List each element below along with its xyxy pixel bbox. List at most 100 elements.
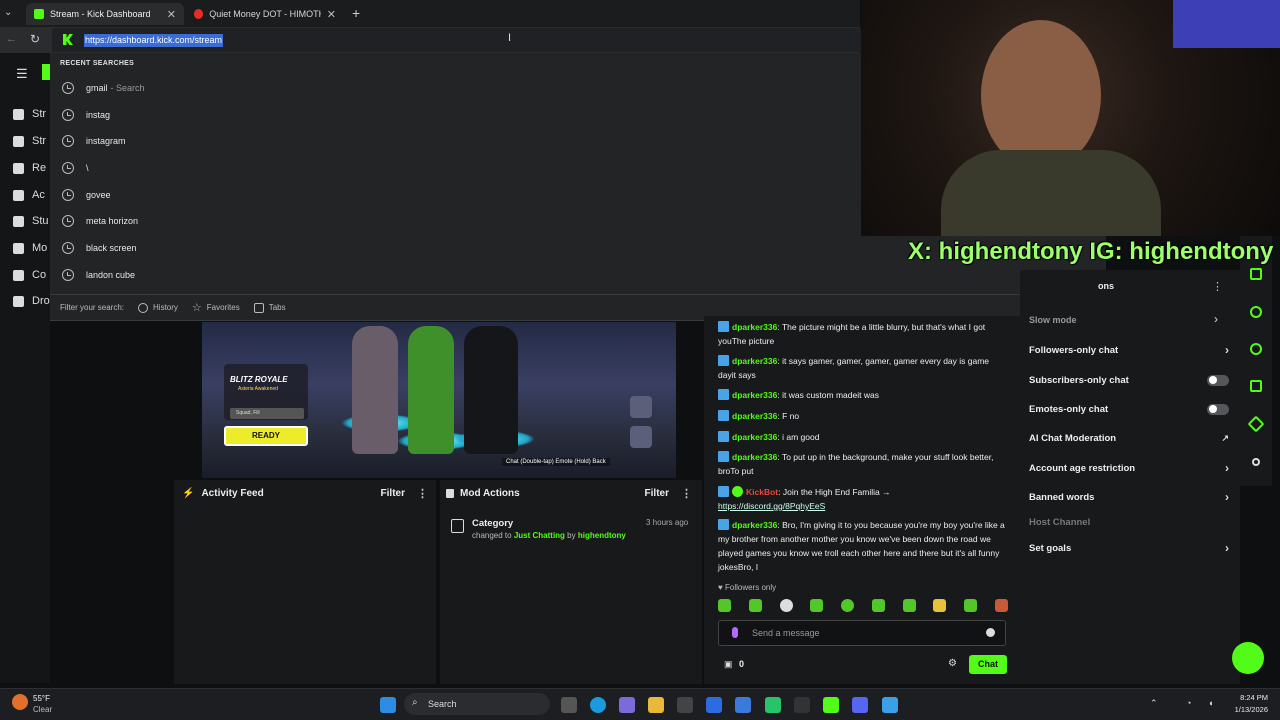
rail-broadcast-icon[interactable] [1244, 337, 1268, 361]
activity-feed-header: ⚡ Activity Feed Filter ⋮ [182, 487, 428, 500]
mode-title: BLITZ ROYALE [230, 375, 288, 384]
sidebar-item-co[interactable]: Co [13, 269, 53, 281]
more-options-icon[interactable]: ⋮ [681, 487, 692, 500]
more-options-icon[interactable]: ⋮ [417, 487, 428, 500]
reload-icon[interactable]: ↻ [30, 32, 40, 46]
emote-icon[interactable] [718, 599, 731, 612]
emoji-icon[interactable] [986, 628, 995, 637]
kick-app-icon[interactable] [823, 697, 839, 713]
file-explorer-icon[interactable] [648, 697, 664, 713]
close-tab-icon[interactable]: ✕ [167, 8, 176, 21]
rail-apps-icon[interactable] [1244, 450, 1268, 474]
chevron-right-icon: › [1225, 461, 1229, 475]
mod-filter-button[interactable]: Filter [645, 488, 669, 499]
dropbox-icon[interactable] [706, 697, 722, 713]
emote-icon[interactable] [871, 599, 885, 612]
filter-favorites-chip[interactable]: ☆ Favorites [192, 301, 240, 314]
copilot-icon[interactable] [619, 697, 635, 713]
category-icon [451, 519, 464, 533]
sidebar-item-ac[interactable]: Ac [13, 189, 53, 201]
setting-set-goals[interactable]: Set goals › [1029, 538, 1229, 558]
filter-tabs-chip[interactable]: Tabs [253, 302, 286, 313]
more-options-icon[interactable]: ⋮ [1212, 280, 1223, 293]
stream-preview[interactable]: BLITZ ROYALE Asteria Awakened Squad, Fil… [202, 322, 676, 478]
sidebar-item-stu[interactable]: Stu [13, 215, 53, 227]
lightning-icon: ⚡ [182, 488, 195, 499]
clock-time[interactable]: 8:24 PM [1230, 693, 1268, 702]
store-icon[interactable] [677, 697, 693, 713]
floating-action-button[interactable] [1232, 642, 1264, 674]
setting-banned-words[interactable]: Banned words › [1029, 487, 1229, 507]
mic-icon[interactable] [732, 627, 738, 638]
sidebar-item-mo[interactable]: Mo [13, 242, 53, 254]
volume-icon[interactable]: ◖ [1208, 698, 1213, 708]
discord-link[interactable]: https://discord.gg/8PqhyEeS [718, 501, 825, 511]
taskbar-search[interactable]: Search [404, 693, 550, 715]
category-link[interactable]: Just Chatting [514, 531, 565, 540]
user-badge-icon [718, 519, 729, 530]
tab-list-chevron-icon[interactable]: ⌄ [4, 7, 12, 18]
chat-settings-gear-icon[interactable]: ⚙ [948, 658, 957, 669]
setting-followers-only[interactable]: Followers-only chat › [1029, 340, 1229, 360]
subscribers-only-toggle[interactable] [1207, 374, 1229, 386]
new-tab-plus-icon[interactable]: + [352, 5, 360, 21]
rail-wrench-icon[interactable] [1244, 412, 1268, 436]
suggestion-item[interactable]: landon cube [60, 263, 1100, 287]
wifi-icon[interactable]: ◔ [1186, 698, 1191, 708]
tab-kick-dashboard[interactable]: Stream - Kick Dashboard ✕ [26, 3, 184, 25]
mail-icon[interactable] [735, 697, 751, 713]
chevron-right-icon[interactable]: › [1214, 312, 1218, 326]
tab-quiet-money[interactable]: Quiet Money DOT - HIMOTHY (IN ✕ [186, 3, 344, 25]
url-text[interactable]: https://dashboard.kick.com/stream [84, 34, 224, 47]
setting-subscribers-only[interactable]: Subscribers-only chat [1029, 370, 1229, 390]
setting-emotes-only[interactable]: Emotes-only chat [1029, 399, 1229, 419]
sidebar-item-re[interactable]: Re [13, 162, 53, 174]
user-badge-icon [718, 410, 729, 421]
xbox-icon[interactable] [765, 697, 781, 713]
windows-start-icon[interactable] [380, 697, 396, 713]
mode-subtitle: Asteria Awakened [238, 386, 278, 392]
emote-icon[interactable] [902, 599, 916, 612]
terminal-icon[interactable] [794, 697, 810, 713]
rail-layout-icon[interactable] [1244, 374, 1268, 398]
sidebar-item-dro[interactable]: Dro [13, 295, 53, 307]
send-chat-button[interactable]: Chat [969, 655, 1007, 674]
history-icon [62, 135, 74, 147]
tray-chevron-icon[interactable]: ⌃ [1150, 698, 1158, 709]
sidebar-item-stream-2[interactable]: Str [13, 135, 53, 147]
youtube-favicon-icon [194, 9, 204, 19]
chat-message: dparker336: it was custom madeit was [718, 388, 1008, 402]
emote-icon[interactable] [964, 599, 978, 612]
chevron-right-icon: › [1225, 490, 1229, 504]
menu-icon[interactable]: ☰ [16, 66, 28, 82]
history-icon [138, 302, 149, 313]
emote-icon[interactable] [994, 599, 1008, 612]
edge-icon[interactable] [590, 697, 606, 713]
emote-icon[interactable] [748, 599, 762, 612]
sidebar-item-stream[interactable]: Str [13, 108, 53, 120]
settings-heading-partial: ons [1098, 281, 1115, 291]
facebook-icon[interactable] [882, 697, 898, 713]
tab-label: Quiet Money DOT - HIMOTHY (IN [209, 9, 320, 19]
history-icon [62, 162, 74, 174]
emote-icon[interactable] [779, 599, 793, 612]
rail-chat-icon[interactable] [1244, 300, 1268, 324]
emotes-only-toggle[interactable] [1207, 403, 1229, 415]
filter-history-chip[interactable]: History [138, 302, 178, 313]
chat-message: KickBot: Join the High End Familia → http… [718, 486, 891, 511]
activity-filter-button[interactable]: Filter [381, 488, 405, 499]
setting-account-age[interactable]: Account age restriction › [1029, 458, 1229, 478]
task-view-icon[interactable] [561, 697, 577, 713]
clock-date[interactable]: 1/13/2026 [1225, 705, 1268, 714]
back-arrow-icon[interactable]: ← [6, 33, 17, 45]
user-link[interactable]: highendtony [578, 531, 626, 540]
emote-icon[interactable] [841, 599, 855, 612]
setting-ai-moderation[interactable]: AI Chat Moderation ↗ [1029, 428, 1229, 448]
close-tab-icon[interactable]: ✕ [327, 8, 336, 21]
emote-icon[interactable] [810, 599, 824, 612]
store-icon[interactable]: ▣ [724, 659, 733, 670]
chat-message: dparker336: The picture might be a littl… [718, 321, 986, 346]
emote-icon[interactable] [933, 599, 947, 612]
shield-icon [446, 489, 454, 498]
discord-icon[interactable] [852, 697, 868, 713]
